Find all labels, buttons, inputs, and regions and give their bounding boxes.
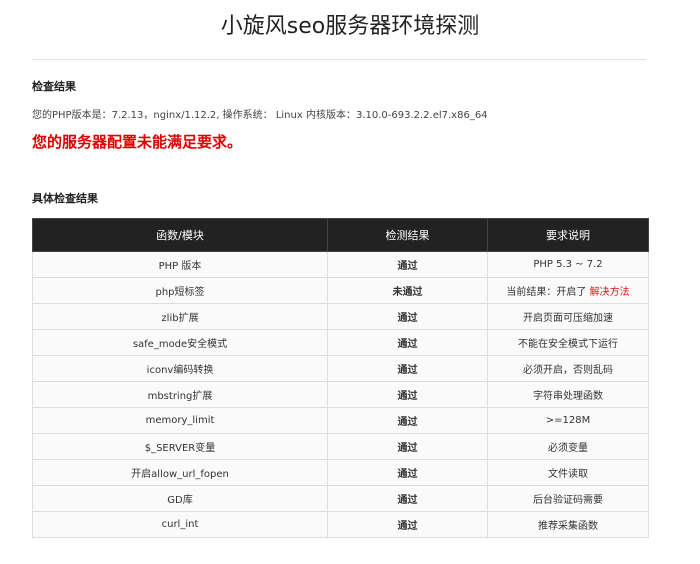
module-cell: 开启allow_url_fopen	[32, 459, 328, 486]
table-row: zlib扩展 通过 开启页面可压缩加速	[32, 303, 649, 330]
table-row: $_SERVER变量 通过 必须变量	[32, 433, 649, 460]
column-header-module: 函数/模块	[32, 218, 328, 252]
column-header-result: 检测结果	[327, 218, 488, 252]
result-cell: 通过	[327, 329, 488, 356]
table-row: curl_int 通过 推荐采集函数	[32, 511, 649, 538]
check-heading: 检查结果	[32, 80, 76, 93]
requirement-alert: 您的服务器配置未能满足要求。	[32, 133, 243, 151]
module-cell: curl_int	[32, 511, 328, 538]
requirement-cell: 当前结果：开启了 解决方法	[487, 277, 649, 304]
result-cell: 通过	[327, 355, 488, 382]
column-header-requirement: 要求说明	[487, 218, 649, 252]
requirement-text: 文件读取	[548, 469, 588, 480]
table-row: memory_limit 通过 >=128M	[32, 407, 649, 434]
requirement-text: 字符串处理函数	[533, 391, 603, 402]
result-cell: 通过	[327, 433, 488, 460]
requirement-cell: >=128M	[487, 407, 649, 434]
module-cell: PHP 版本	[32, 251, 328, 278]
requirement-cell: 文件读取	[487, 459, 649, 486]
table-header-row: 函数/模块 检测结果 要求说明	[32, 218, 649, 252]
module-cell: safe_mode安全模式	[32, 329, 328, 356]
requirement-text: 开启页面可压缩加速	[523, 313, 613, 324]
requirement-cell: 开启页面可压缩加速	[487, 303, 649, 330]
requirement-text: PHP 5.3 ~ 7.2	[533, 259, 603, 270]
result-cell: 通过	[327, 407, 488, 434]
module-cell: zlib扩展	[32, 303, 328, 330]
table-row: php短标签 未通过 当前结果：开启了 解决方法	[32, 277, 649, 304]
result-cell: 通过	[327, 251, 488, 278]
requirement-text: 当前结果：开启了	[506, 287, 587, 298]
requirement-cell: PHP 5.3 ~ 7.2	[487, 251, 649, 278]
result-cell: 通过	[327, 511, 488, 538]
module-cell: mbstring扩展	[32, 381, 328, 408]
requirement-cell: 字符串处理函数	[487, 381, 649, 408]
result-cell: 通过	[327, 485, 488, 512]
table-row: mbstring扩展 通过 字符串处理函数	[32, 381, 649, 408]
result-cell: 通过	[327, 303, 488, 330]
solution-link[interactable]: 解决方法	[590, 287, 630, 298]
requirement-cell: 推荐采集函数	[487, 511, 649, 538]
requirement-text: 不能在安全模式下运行	[518, 339, 618, 350]
result-table: 函数/模块 检测结果 要求说明 PHP 版本 通过 PHP 5.3 ~ 7.2 php…	[32, 218, 649, 538]
detail-heading: 具体检查结果	[32, 192, 98, 205]
requirement-text: 必须变量	[548, 443, 588, 454]
requirement-cell: 后台验证码需要	[487, 485, 649, 512]
module-cell: php短标签	[32, 277, 328, 304]
requirement-cell: 必须变量	[487, 433, 649, 460]
requirement-text: 后台验证码需要	[533, 495, 603, 506]
table-row: iconv编码转换 通过 必须开启，否则乱码	[32, 355, 649, 382]
result-cell: 未通过	[327, 277, 488, 304]
requirement-cell: 必须开启，否则乱码	[487, 355, 649, 382]
result-cell: 通过	[327, 381, 488, 408]
requirement-text: 推荐采集函数	[538, 521, 598, 532]
module-cell: GD库	[32, 485, 328, 512]
requirement-cell: 不能在安全模式下运行	[487, 329, 649, 356]
result-cell: 通过	[327, 459, 488, 486]
result-table-body: PHP 版本 通过 PHP 5.3 ~ 7.2 php短标签 未通过 当前结果：开启了 解…	[32, 251, 649, 538]
version-info: 您的PHP版本是：7.2.13，nginx/1.12.2, 操作系统： Linu…	[32, 110, 488, 121]
table-row: PHP 版本 通过 PHP 5.3 ~ 7.2	[32, 251, 649, 278]
table-row: safe_mode安全模式 通过 不能在安全模式下运行	[32, 329, 649, 356]
module-cell: iconv编码转换	[32, 355, 328, 382]
table-row: 开启allow_url_fopen 通过 文件读取	[32, 459, 649, 486]
table-row: GD库 通过 后台验证码需要	[32, 485, 649, 512]
module-cell: memory_limit	[32, 407, 328, 434]
divider	[32, 59, 646, 60]
module-cell: $_SERVER变量	[32, 433, 328, 460]
requirement-text: 必须开启，否则乱码	[523, 365, 613, 376]
requirement-text: >=128M	[545, 415, 591, 426]
page-title: 小旋风seo服务器环境探测	[220, 14, 480, 39]
